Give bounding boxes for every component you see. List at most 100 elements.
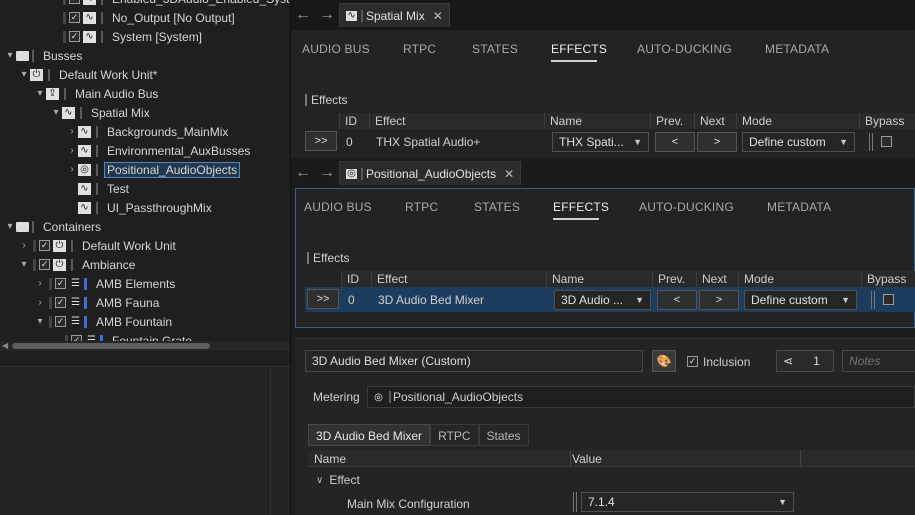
chevron-right-icon[interactable]: › <box>34 278 46 289</box>
tree-item[interactable]: ∿ UI_PassthroughMix <box>66 198 214 217</box>
main-mix-configuration-combo[interactable]: 7.1.4 ▼ <box>581 492 794 512</box>
mainbus-icon: ⇪ <box>46 87 59 100</box>
doc-tab-positional-audioobjects[interactable]: ◎ Positional_AudioObjects ✕ <box>339 161 522 185</box>
references-button[interactable]: ⋖ 1 <box>776 350 834 372</box>
tab-audio-bus[interactable]: AUDIO BUS <box>302 42 370 56</box>
horizontal-scrollbar[interactable]: ◀ <box>0 341 290 351</box>
tree-item[interactable]: ▾ ⏻ Default Work Unit* <box>18 65 159 84</box>
doc-tab-spatial-mix[interactable]: ∿ Spatial Mix ✕ <box>339 3 450 27</box>
chevron-down-icon[interactable]: ▾ <box>4 50 16 61</box>
tree-item[interactable]: ▾ ✓ ⏻ Ambiance <box>18 255 137 274</box>
references-count: 1 <box>813 354 820 368</box>
bus-icon: ∿ <box>78 182 91 195</box>
tree-item[interactable]: › ◎ Positional_AudioObjects <box>66 160 241 179</box>
chevron-down-icon[interactable]: ▾ <box>34 88 46 99</box>
tree-item[interactable]: ▾ Containers <box>4 217 103 236</box>
tree-item-label: AMB Elements <box>96 276 176 291</box>
bypass-checkbox[interactable] <box>881 136 892 147</box>
tree-item[interactable]: ▾ ⇪ Main Audio Bus <box>34 84 160 103</box>
prev-effect-button[interactable]: < <box>655 132 695 152</box>
chevron-right-icon[interactable]: › <box>66 145 78 156</box>
include-checkbox[interactable]: ✓ <box>69 12 80 23</box>
chevron-right-icon[interactable]: › <box>34 297 46 308</box>
forward-arrow-icon[interactable]: → <box>315 6 339 24</box>
tree-item[interactable]: › ∿ Backgrounds_MainMix <box>66 122 230 141</box>
tree-item[interactable]: ▾ ✓ ☰ AMB Fountain <box>34 312 174 331</box>
prev-effect-button[interactable]: < <box>657 290 697 310</box>
inclusion-checkbox[interactable]: ✓ <box>687 356 698 367</box>
tree-item[interactable]: ▾ ∿ Spatial Mix <box>50 103 152 122</box>
tree-item-label: Default Work Unit* <box>59 67 158 82</box>
tab-rtpc[interactable]: RTPC <box>403 42 436 56</box>
tab-effects[interactable]: EFFECTS <box>553 200 609 214</box>
effect-name-combo[interactable]: THX Spati... ▼ <box>552 132 649 152</box>
tab-metadata[interactable]: METADATA <box>767 200 831 214</box>
chevron-down-icon[interactable]: ▾ <box>18 69 30 80</box>
mode-combo[interactable]: Define custom ▼ <box>744 290 857 310</box>
subtab-states[interactable]: States <box>478 424 529 446</box>
tab-auto-ducking[interactable]: AUTO-DUCKING <box>637 42 732 56</box>
chevron-down-icon[interactable]: ▾ <box>18 259 30 270</box>
close-icon[interactable]: ✕ <box>433 9 443 23</box>
next-effect-button[interactable]: > <box>699 290 739 310</box>
back-arrow-icon[interactable]: ← <box>291 164 315 182</box>
include-checkbox[interactable]: ✓ <box>55 297 66 308</box>
tab-states[interactable]: STATES <box>474 200 520 214</box>
bypass-checkbox[interactable] <box>883 294 894 305</box>
tree-item[interactable]: › ✓ ☰ AMB Elements <box>34 274 177 293</box>
back-arrow-icon[interactable]: ← <box>291 6 315 24</box>
effect-share-set-name[interactable]: 3D Audio Bed Mixer (Custom) <box>305 350 643 372</box>
group-effect[interactable]: ∨ Effect <box>316 473 360 487</box>
tree-item[interactable]: ✓ ∿ No_Output [No Output] <box>48 8 237 27</box>
workunit-icon: ⏻ <box>53 239 66 252</box>
next-effect-button[interactable]: > <box>697 132 737 152</box>
include-checkbox[interactable]: ✓ <box>39 259 50 270</box>
metering-target[interactable]: ◎ Positional_AudioObjects <box>367 386 915 408</box>
color-palette-icon[interactable]: 🎨 <box>652 350 676 372</box>
tree-item-label: Backgrounds_MainMix <box>107 124 229 139</box>
tree-item[interactable]: ✓ ∿ System [System] <box>48 27 204 46</box>
container-icon: ☰ <box>71 297 80 308</box>
scroll-left-icon[interactable]: ◀ <box>2 341 8 350</box>
tab-metadata[interactable]: METADATA <box>765 42 829 56</box>
include-checkbox[interactable]: ✓ <box>55 278 66 289</box>
notes-field[interactable] <box>842 350 915 372</box>
tab-rtpc[interactable]: RTPC <box>405 200 438 214</box>
property-editor-spatial-mix: ← → ∿ Spatial Mix ✕ AUDIO BUS RTPC STATE… <box>291 0 915 158</box>
subtab-3d-audio-bed-mixer[interactable]: 3D Audio Bed Mixer <box>308 424 431 446</box>
include-checkbox[interactable]: ✓ <box>69 31 80 42</box>
tab-effects[interactable]: EFFECTS <box>551 42 607 56</box>
expand-effect-button[interactable]: >> <box>307 289 339 309</box>
chevron-right-icon[interactable]: › <box>66 164 78 175</box>
object-bus-icon: ◎ <box>374 391 383 403</box>
tree-item[interactable]: ✓∿ Enabled_3DAudio_Enabled_System_... <box>48 0 290 8</box>
expand-effect-button[interactable]: >> <box>305 131 337 151</box>
chevron-down-icon[interactable]: ▾ <box>4 221 16 232</box>
tree-item[interactable]: › ✓ ⏻ Default Work Unit <box>18 236 178 255</box>
chevron-right-icon[interactable]: › <box>66 126 78 137</box>
close-icon[interactable]: ✕ <box>504 167 514 181</box>
chevron-down-icon[interactable]: ▾ <box>50 107 62 118</box>
chevron-right-icon[interactable]: › <box>18 240 30 251</box>
tab-audio-bus[interactable]: AUDIO BUS <box>304 200 372 214</box>
tree-item-label: Busses <box>43 48 83 63</box>
tree-item[interactable]: ∿ Test <box>66 179 131 198</box>
chevron-down-icon: ▼ <box>778 497 787 507</box>
tree-item[interactable]: ▾ Busses <box>4 46 84 65</box>
inclusion-label: Inclusion <box>703 355 751 369</box>
scrollbar-thumb[interactable] <box>12 343 210 349</box>
include-checkbox[interactable]: ✓ <box>69 0 80 4</box>
subtab-rtpc[interactable]: RTPC <box>430 424 479 446</box>
include-checkbox[interactable]: ✓ <box>55 316 66 327</box>
tree-item[interactable]: › ∿ Environmental_AuxBusses <box>66 141 252 160</box>
mode-combo[interactable]: Define custom ▼ <box>742 132 855 152</box>
tab-auto-ducking[interactable]: AUTO-DUCKING <box>639 200 734 214</box>
tree-item-label: UI_PassthroughMix <box>107 200 212 215</box>
tab-states[interactable]: STATES <box>472 42 518 56</box>
include-checkbox[interactable]: ✓ <box>39 240 50 251</box>
forward-arrow-icon[interactable]: → <box>315 164 339 182</box>
effect-name-combo[interactable]: 3D Audio ... ▼ <box>554 290 651 310</box>
active-tab-underline <box>551 60 597 62</box>
chevron-down-icon[interactable]: ▾ <box>34 316 46 327</box>
tree-item[interactable]: › ✓ ☰ AMB Fauna <box>34 293 161 312</box>
